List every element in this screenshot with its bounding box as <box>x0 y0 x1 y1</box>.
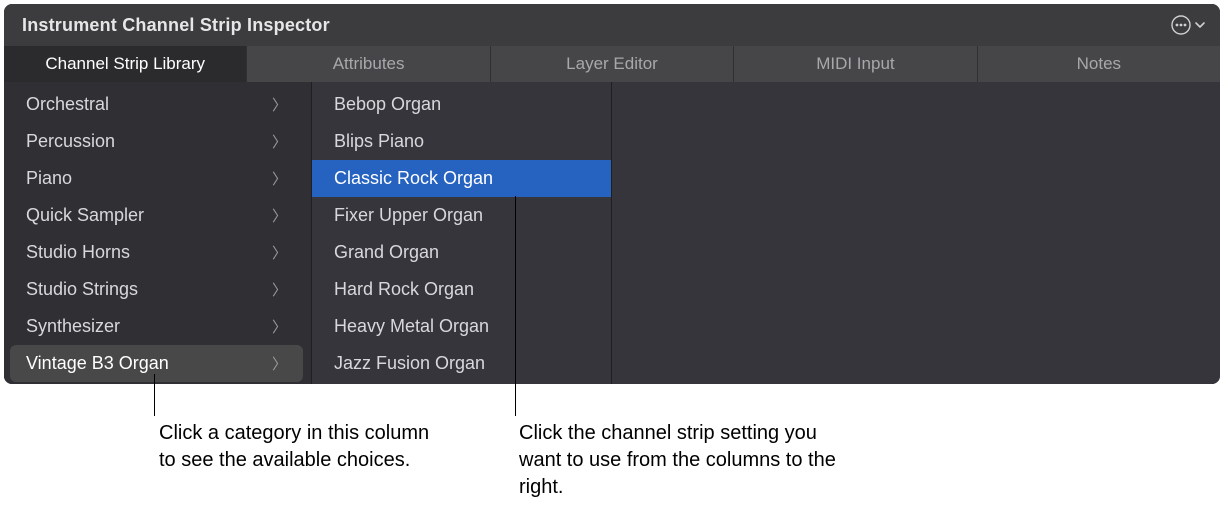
preset-label: Bebop Organ <box>334 94 441 115</box>
preset-label: Classic Rock Organ <box>334 168 493 189</box>
preset-item[interactable]: Hard Rock Organ <box>312 271 611 308</box>
chevron-right-icon: 〉 <box>272 168 287 189</box>
preset-item[interactable]: Fixer Upper Organ <box>312 197 611 234</box>
annotations-layer: Click a category in this column to see t… <box>4 388 1220 528</box>
callout-leader-line <box>515 196 516 416</box>
category-column: Orchestral 〉 Percussion 〉 Piano 〉 Quick … <box>4 82 312 384</box>
category-label: Synthesizer <box>26 316 120 337</box>
chevron-right-icon: 〉 <box>272 94 287 115</box>
preset-item[interactable]: Grand Organ <box>312 234 611 271</box>
category-label: Studio Strings <box>26 279 138 300</box>
inspector-panel: Instrument Channel Strip Inspector Chann… <box>4 4 1220 384</box>
tab-channel-strip-library[interactable]: Channel Strip Library <box>4 46 247 82</box>
preset-label: Blips Piano <box>334 131 424 152</box>
category-item[interactable]: Piano 〉 <box>10 160 303 197</box>
category-item[interactable]: Synthesizer 〉 <box>10 308 303 345</box>
chevron-right-icon: 〉 <box>272 131 287 152</box>
category-item[interactable]: Studio Strings 〉 <box>10 271 303 308</box>
chevron-right-icon: 〉 <box>272 242 287 263</box>
category-item[interactable]: Percussion 〉 <box>10 123 303 160</box>
callout-text: Click the channel strip setting you want… <box>519 420 859 501</box>
ellipsis-circle-icon <box>1170 14 1192 36</box>
chevron-right-icon: 〉 <box>272 316 287 337</box>
category-label: Piano <box>26 168 72 189</box>
callout-text: Click a category in this column to see t… <box>159 420 439 474</box>
preset-label: Heavy Metal Organ <box>334 316 489 337</box>
category-label: Quick Sampler <box>26 205 144 226</box>
preset-item[interactable]: Heavy Metal Organ <box>312 308 611 345</box>
chevron-right-icon: 〉 <box>272 353 287 374</box>
chevron-down-icon <box>1194 19 1206 31</box>
category-label: Vintage B3 Organ <box>26 353 169 374</box>
category-label: Percussion <box>26 131 115 152</box>
category-item[interactable]: Studio Horns 〉 <box>10 234 303 271</box>
preset-column: Bebop Organ Blips Piano Classic Rock Org… <box>312 82 612 384</box>
preset-item[interactable]: Jazz Fusion Organ <box>312 345 611 382</box>
chevron-right-icon: 〉 <box>272 279 287 300</box>
tab-bar: Channel Strip Library Attributes Layer E… <box>4 46 1220 82</box>
preset-item[interactable]: Blips Piano <box>312 123 611 160</box>
library-browser: Orchestral 〉 Percussion 〉 Piano 〉 Quick … <box>4 82 1220 384</box>
tab-layer-editor[interactable]: Layer Editor <box>491 46 734 82</box>
panel-title: Instrument Channel Strip Inspector <box>22 15 330 36</box>
category-label: Orchestral <box>26 94 109 115</box>
preset-label: Jazz Fusion Organ <box>334 353 485 374</box>
chevron-right-icon: 〉 <box>272 205 287 226</box>
panel-options-button[interactable] <box>1170 14 1206 36</box>
preset-label: Grand Organ <box>334 242 439 263</box>
tab-attributes[interactable]: Attributes <box>247 46 490 82</box>
panel-header: Instrument Channel Strip Inspector <box>4 4 1220 46</box>
preset-item[interactable]: Bebop Organ <box>312 86 611 123</box>
callout-leader-line <box>154 374 155 416</box>
preset-label: Fixer Upper Organ <box>334 205 483 226</box>
preset-label: Hard Rock Organ <box>334 279 474 300</box>
category-label: Studio Horns <box>26 242 130 263</box>
category-item[interactable]: Quick Sampler 〉 <box>10 197 303 234</box>
tab-midi-input[interactable]: MIDI Input <box>734 46 977 82</box>
tab-notes[interactable]: Notes <box>978 46 1220 82</box>
preset-item-selected[interactable]: Classic Rock Organ <box>312 160 611 197</box>
category-item[interactable]: Orchestral 〉 <box>10 86 303 123</box>
category-item-selected[interactable]: Vintage B3 Organ 〉 <box>10 345 303 382</box>
